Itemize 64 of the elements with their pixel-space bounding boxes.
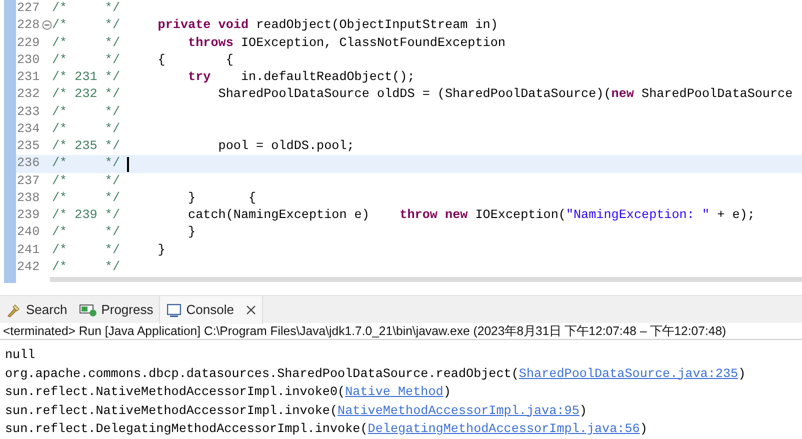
progress-icon [79, 303, 98, 317]
code-comment: /* 231 */ [52, 69, 120, 86]
scrollbar[interactable] [50, 277, 802, 282]
code-comment: /* */ [52, 155, 120, 172]
flashlight-icon [6, 302, 22, 318]
code-comment: /* */ [52, 17, 120, 34]
line-number: 241 [16, 242, 41, 259]
code-line: } { [187, 190, 256, 207]
console-text: ) [579, 404, 587, 418]
console-status: <terminated> Run [Java Application] C:\Program Files\Java\jdk1.7.0_21\bin\javaw.exe (2023年8月31日 下午12:07:48 – 下午12:07:48) [0, 323, 802, 340]
line-number: 232 [16, 86, 41, 104]
line-number: 238 [16, 190, 41, 207]
code-comment: /* */ [52, 52, 120, 69]
stack-trace-link[interactable]: NativeMethodAccessorImpl.java:95 [338, 404, 580, 418]
code-comment: /* */ [52, 0, 120, 17]
monitor-icon [166, 302, 182, 318]
code-line: try in.defaultReadObject(); [187, 69, 415, 86]
code-comment: /* */ [52, 34, 120, 52]
text-cursor [127, 156, 130, 172]
code-line: SharedPoolDataSource oldDS = (SharedPoolDataSource)(new SharedPoolDataSource [217, 86, 793, 104]
console-text: sun.reflect.NativeMethodAccessorImpl.invoke0( [5, 385, 346, 399]
console-text: sun.reflect.NativeMethodAccessorImpl.invoke( [5, 404, 338, 418]
code-line: } [187, 224, 196, 242]
code-comment: /* 239 */ [52, 207, 120, 224]
line-number: 229 [16, 34, 41, 52]
line-number: 234 [16, 120, 41, 138]
line-number: 240 [16, 224, 41, 242]
code-comment: /* */ [52, 120, 120, 138]
stack-trace-link[interactable]: SharedPoolDataSource.java:235 [518, 366, 738, 380]
code-comment: /* 232 */ [52, 86, 120, 104]
line-number: 237 [16, 172, 41, 190]
console-text: org.apache.commons.dbcp.datasources.SharedPoolDataSource.readObject( [5, 366, 519, 380]
code-line: throws IOException, ClassNotFoundException [187, 34, 506, 52]
stack-trace-link[interactable]: Native Method [345, 385, 444, 399]
line-number: 236 [16, 155, 41, 172]
line-number: 242 [16, 258, 41, 276]
line-number: 231 [16, 69, 41, 86]
code-comment: /* */ [52, 258, 120, 276]
console-text: null [5, 348, 36, 362]
line-number: 233 [16, 104, 41, 121]
console-text: sun.reflect.DelegatingMethodAccessorImpl.invoke( [5, 422, 368, 436]
code-comment: /* */ [52, 190, 120, 207]
code-line: private void readObject(ObjectInputStream in) [156, 17, 498, 34]
code-comment: /* */ [52, 242, 120, 259]
close-icon[interactable] [246, 305, 256, 315]
stack-trace-link[interactable]: DelegatingMethodAccessorImpl.java:56 [368, 422, 640, 436]
code-line: catch(NamingException e) throw new IOException("NamingException: " + e); [187, 207, 755, 224]
console-text: ) [738, 366, 746, 380]
code-comment: /* */ [52, 224, 120, 242]
console-text: ) [443, 385, 451, 399]
line-number: 228 [16, 17, 52, 35]
console-text: ) [640, 422, 648, 436]
line-number: 239 [16, 207, 41, 224]
code-comment: /* */ [52, 172, 120, 190]
code-comment: /* 235 */ [52, 138, 120, 156]
line-number: 230 [16, 52, 41, 69]
line-number: 227 [16, 0, 41, 17]
panel-tab[interactable]: Console [159, 296, 263, 324]
collapse-icon[interactable] [42, 20, 52, 30]
code-line: { { [156, 52, 234, 69]
code-comment: /* */ [52, 104, 120, 121]
code-line: } [156, 242, 166, 259]
code-line: pool = oldDS.pool; [217, 138, 354, 156]
line-number: 235 [16, 138, 41, 156]
